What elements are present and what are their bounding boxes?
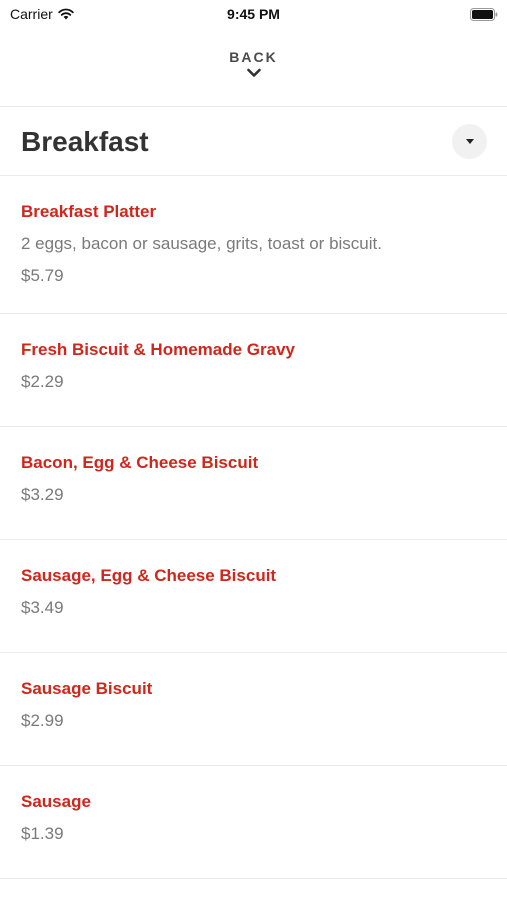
item-name: Breakfast Platter xyxy=(21,202,157,221)
caret-down-icon xyxy=(465,139,474,144)
item-name: Bacon, Egg & Cheese Biscuit xyxy=(21,453,259,472)
status-bar: Carrier 9:45 PM xyxy=(0,0,507,28)
item-description: 2 eggs, bacon or sausage, grits, toast o… xyxy=(21,234,382,253)
item-name: Sausage Biscuit xyxy=(21,679,153,698)
category-title: Breakfast xyxy=(21,126,149,157)
item-price: $2.99 xyxy=(21,711,64,730)
menu-item[interactable]: Sausage Biscuit $2.99 xyxy=(0,653,507,766)
item-price: $3.49 xyxy=(21,598,64,617)
item-name: Fresh Biscuit & Homemade Gravy xyxy=(21,340,295,359)
chevron-down-icon xyxy=(246,68,261,77)
menu-item[interactable]: Breakfast Platter 2 eggs, bacon or sausa… xyxy=(0,176,507,314)
menu-item[interactable]: Sausage $1.39 xyxy=(0,766,507,879)
item-name: Sausage xyxy=(21,792,91,811)
category-dropdown-button[interactable] xyxy=(452,124,487,159)
item-name: Sausage, Egg & Cheese Biscuit xyxy=(21,566,277,585)
battery-icon xyxy=(470,8,498,21)
item-price: $2.29 xyxy=(21,372,64,391)
item-price: $3.29 xyxy=(21,485,64,504)
category-header: Breakfast xyxy=(0,107,507,175)
menu-item[interactable]: Bacon, Egg & Cheese Biscuit $3.29 xyxy=(0,427,507,540)
back-label: BACK xyxy=(229,49,278,65)
item-price: $5.79 xyxy=(21,266,64,285)
item-price: $1.39 xyxy=(21,824,64,843)
menu-item[interactable]: Fresh Biscuit & Homemade Gravy $2.29 xyxy=(0,314,507,427)
back-button[interactable]: BACK xyxy=(0,40,507,106)
menu-item[interactable]: Sausage, Egg & Cheese Biscuit $3.49 xyxy=(0,540,507,653)
status-time: 9:45 PM xyxy=(227,6,280,22)
menu-list: Breakfast Platter 2 eggs, bacon or sausa… xyxy=(0,176,507,879)
